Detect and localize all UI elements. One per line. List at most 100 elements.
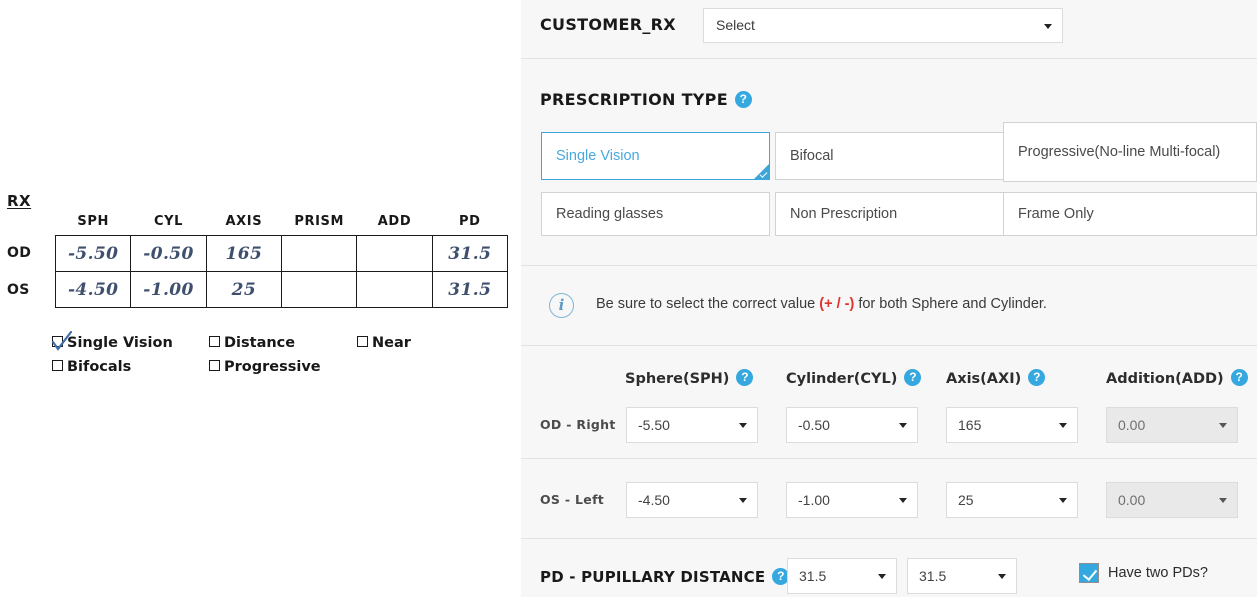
os-cylinder-value: -1.00: [798, 492, 830, 508]
os-axis-select[interactable]: 25: [946, 482, 1078, 518]
notice-highlight: (+ / -): [819, 296, 855, 312]
col-header-add: ADD: [377, 214, 412, 229]
scanned-rx-table-wrapper: SPH CYL AXIS PRISM ADD PD -5.50 -0.50 16…: [54, 214, 509, 308]
column-label: Cylinder(CYL): [786, 371, 898, 387]
pd-right-value: 31.5: [799, 568, 827, 584]
os-sphere-value: -4.50: [638, 492, 670, 508]
prescription-type-label: PRESCRIPTION TYPE: [540, 90, 728, 109]
scanned-option-label: Bifocals: [67, 359, 132, 375]
option-label: Reading glasses: [556, 206, 664, 222]
cell-od-cyl: -0.50: [130, 235, 207, 272]
col-header-pd: PD: [459, 214, 481, 229]
scanned-option-label: Single Vision: [67, 335, 173, 351]
prescription-type-reading-glasses[interactable]: Reading glasses: [541, 192, 770, 236]
prescription-type-frame-only[interactable]: Frame Only: [1003, 192, 1257, 236]
column-header-addition: Addition(ADD)?: [1106, 369, 1248, 387]
table-row: -5.50 -0.50 165 31.5: [54, 235, 509, 272]
table-header-row: SPH CYL AXIS PRISM ADD PD: [56, 214, 508, 236]
option-label: Frame Only: [1018, 206, 1094, 222]
column-header-axis: Axis(AXI)?: [946, 369, 1046, 387]
scanned-rx-options: Single Vision Distance Near Bifocals Pro…: [52, 335, 492, 383]
chevron-down-icon: [1059, 423, 1067, 428]
column-label: Addition(ADD): [1106, 371, 1224, 387]
pd-right-select[interactable]: 31.5: [787, 558, 897, 594]
od-cylinder-select[interactable]: -0.50: [786, 407, 918, 443]
divider: [521, 265, 1257, 266]
rx-row-label-os: OS: [7, 282, 30, 298]
configurator-pane: CUSTOMER_RX Select PRESCRIPTION TYPE? Si…: [521, 0, 1257, 597]
option-label: Non Prescription: [790, 206, 898, 222]
prescription-type-non-prescription[interactable]: Non Prescription: [775, 192, 1004, 236]
scanned-option-single-vision: Single Vision: [52, 335, 184, 351]
column-label: Sphere(SPH): [625, 371, 730, 387]
chevron-down-icon: [739, 423, 747, 428]
pd-left-select[interactable]: 31.5: [907, 558, 1017, 594]
cell-os-axis: 25: [205, 271, 283, 308]
customer-rx-selected-value: Select: [716, 17, 755, 33]
os-axis-value: 25: [958, 492, 974, 508]
cell-os-cyl: -1.00: [130, 271, 207, 308]
divider: [521, 345, 1257, 346]
scanned-rx-table: SPH CYL AXIS PRISM ADD PD -5.50 -0.50 16…: [54, 214, 509, 308]
row-label-od: OD - Right: [540, 417, 616, 432]
have-two-pds-checkbox[interactable]: Have two PDs?: [1079, 563, 1208, 583]
help-icon[interactable]: ?: [736, 369, 754, 386]
chevron-down-icon: [899, 423, 907, 428]
os-cylinder-select[interactable]: -1.00: [786, 482, 918, 518]
help-icon[interactable]: ?: [734, 91, 752, 108]
option-label: Bifocal: [790, 148, 834, 164]
have-two-pds-label: Have two PDs?: [1108, 565, 1208, 581]
prescription-type-title: PRESCRIPTION TYPE?: [540, 90, 752, 109]
scanned-option-row-1: Single Vision Distance Near: [52, 335, 492, 359]
chevron-down-icon: [1059, 498, 1067, 503]
option-label: Single Vision: [556, 148, 640, 164]
notice-text-before: Be sure to select the correct value: [596, 296, 820, 312]
chevron-down-icon: [899, 498, 907, 503]
prescription-type-progressive[interactable]: Progressive(No-line Multi-focal): [1003, 122, 1257, 182]
cell-od-pd: 31.5: [431, 235, 509, 272]
column-header-sphere: Sphere(SPH)?: [625, 369, 754, 387]
scanned-option-distance: Distance: [209, 335, 341, 351]
help-icon[interactable]: ?: [904, 369, 922, 386]
os-addition-select: 0.00: [1106, 482, 1238, 518]
chevron-down-icon: [1219, 498, 1227, 503]
chevron-down-icon: [1219, 423, 1227, 428]
scanned-option-bifocals: Bifocals: [52, 359, 184, 375]
cell-od-sph: -5.50: [54, 235, 132, 272]
prescription-configurator-page: RX OD OS SPH CYL AXIS PRISM ADD PD -5.50…: [0, 0, 1257, 597]
cell-od-add: [356, 235, 433, 272]
chevron-down-icon: [878, 574, 886, 579]
col-header-sph: SPH: [77, 214, 109, 229]
col-header-cyl: CYL: [154, 214, 184, 229]
col-header-axis: AXIS: [225, 214, 263, 229]
scanned-rx-pane: RX OD OS SPH CYL AXIS PRISM ADD PD -5.50…: [0, 0, 521, 597]
table-row: -4.50 -1.00 25 31.5: [54, 271, 509, 308]
checkbox-icon: [357, 336, 368, 347]
customer-rx-select[interactable]: Select: [703, 8, 1063, 43]
cell-os-pd: 31.5: [431, 271, 509, 308]
od-axis-value: 165: [958, 417, 982, 433]
divider: [521, 538, 1257, 539]
column-label: Axis(AXI): [946, 371, 1022, 387]
od-axis-select[interactable]: 165: [946, 407, 1078, 443]
checkbox-icon: [52, 336, 63, 347]
cell-os-sph: -4.50: [54, 271, 132, 308]
od-sphere-value: -5.50: [638, 417, 670, 433]
help-icon[interactable]: ?: [1230, 369, 1248, 386]
od-sphere-select[interactable]: -5.50: [626, 407, 758, 443]
pd-left-value: 31.5: [919, 568, 947, 584]
customer-rx-title: CUSTOMER_RX: [540, 15, 676, 34]
rx-heading: RX: [7, 192, 32, 210]
checkbox-icon: [52, 360, 63, 371]
prescription-type-single-vision[interactable]: Single Vision: [541, 132, 770, 180]
help-icon[interactable]: ?: [1028, 369, 1046, 386]
rx-row-label-od: OD: [7, 245, 32, 261]
checkbox-checked-icon[interactable]: [1079, 563, 1099, 583]
prescription-type-bifocal[interactable]: Bifocal: [775, 132, 1004, 180]
pd-label: PD - PUPILLARY DISTANCE: [540, 568, 766, 586]
chevron-down-icon: [1044, 24, 1052, 29]
os-sphere-select[interactable]: -4.50: [626, 482, 758, 518]
chevron-down-icon: [998, 574, 1006, 579]
notice-text: Be sure to select the correct value (+ /…: [596, 296, 1047, 312]
scanned-option-row-2: Bifocals Progressive: [52, 359, 492, 383]
